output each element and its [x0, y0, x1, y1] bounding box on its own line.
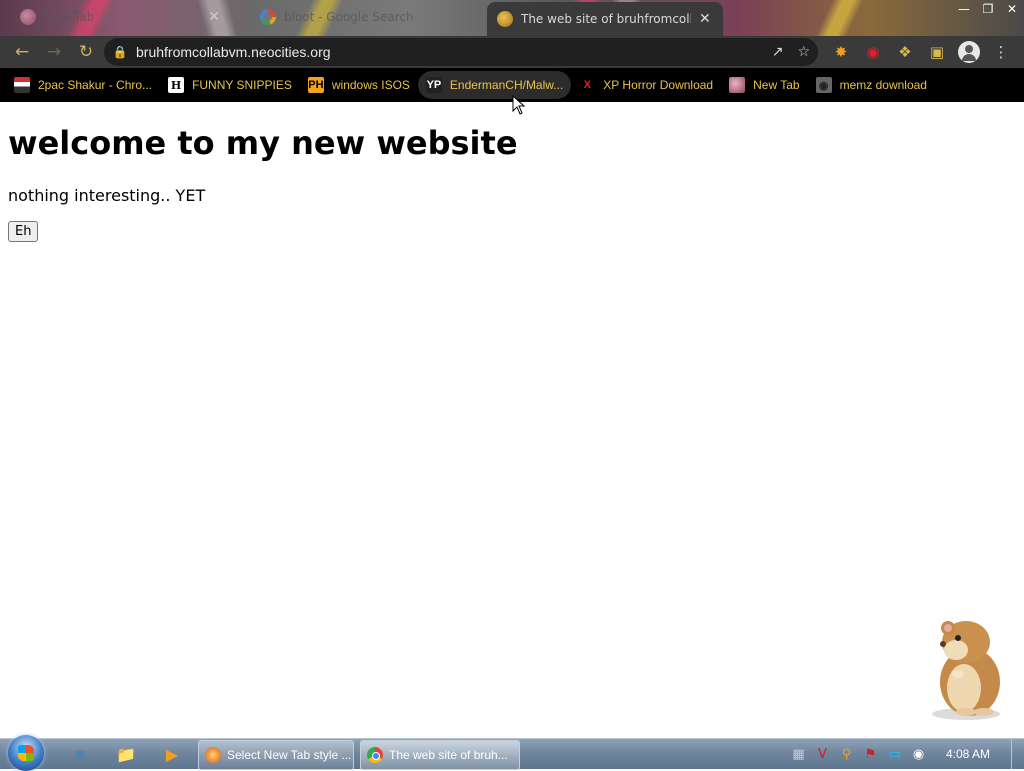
- close-tab-icon[interactable]: ✕: [208, 9, 220, 25]
- tab-strip: New Tab ✕ bloot - Google Search The web …: [0, 0, 1024, 36]
- page-heading: welcome to my new website: [8, 124, 518, 162]
- taskbar-item-label: The web site of bruh...: [389, 748, 508, 762]
- x-icon: X: [583, 79, 591, 91]
- 2pac-icon: [14, 77, 30, 93]
- close-window-icon[interactable]: ✕: [1000, 0, 1024, 18]
- windows-logo-icon: [18, 745, 34, 761]
- bookmark-label: 2pac Shakur - Chro...: [38, 78, 153, 92]
- bookmark-label: FUNNY SNIPPIES: [192, 78, 292, 92]
- mouse-cursor-icon: [512, 95, 526, 115]
- bookmark-label: windows ISOS: [331, 78, 410, 92]
- new-tab-favicon-icon: [20, 9, 36, 25]
- taskbar: ⚛ 📁 ▶ Select New Tab style ... The web s…: [0, 735, 1024, 771]
- tab-title: New Tab: [44, 10, 95, 24]
- bookmark-2pac[interactable]: 2pac Shakur - Chro...: [6, 71, 160, 99]
- side-panel-icon[interactable]: ▣: [926, 41, 948, 63]
- burst-extension-icon[interactable]: ✸: [830, 41, 852, 63]
- page-paragraph: nothing interesting.. YET: [8, 186, 206, 205]
- google-icon: [260, 9, 276, 25]
- flag-icon[interactable]: ⚑: [862, 746, 879, 763]
- bookmark-windows-isos[interactable]: PH windows ISOS: [300, 71, 418, 99]
- minimize-icon[interactable]: —: [952, 0, 976, 18]
- tab-active-site[interactable]: The web site of bruhfromcollabvm ✕: [487, 2, 723, 36]
- extensions-area: ✸ ◉ ❖ ▣ ⋮: [830, 36, 1012, 68]
- tab-google-search[interactable]: bloot - Google Search: [250, 0, 490, 34]
- bookmark-label: XP Horror Download: [603, 78, 714, 92]
- system-tray: ▦ V ⚲ ⚑ ▭ ◉: [790, 739, 927, 769]
- back-arrow-icon[interactable]: ←: [6, 36, 38, 68]
- taskbar-item-chrome[interactable]: The web site of bruh...: [360, 740, 520, 770]
- taskbar-item-label: Select New Tab style ...: [227, 748, 352, 762]
- file-explorer-icon[interactable]: 📁: [108, 741, 144, 767]
- bookmark-memz[interactable]: ◉ memz download: [808, 71, 935, 99]
- hamster-mascot-icon[interactable]: [918, 612, 1008, 722]
- record-extension-icon[interactable]: ◉: [862, 41, 884, 63]
- internet-explorer-icon[interactable]: ⚛: [62, 741, 98, 767]
- maximize-icon[interactable]: ❐: [976, 0, 1000, 18]
- new-tab-extension-icon: [205, 747, 221, 763]
- tab-title: bloot - Google Search: [284, 10, 414, 24]
- reload-icon[interactable]: ↻: [70, 36, 102, 68]
- bookmark-new-tab[interactable]: New Tab: [721, 71, 807, 99]
- url-text[interactable]: bruhfromcollabvm.neocities.org: [136, 44, 331, 60]
- address-bar[interactable]: 🔒 bruhfromcollabvm.neocities.org ↗ ☆: [104, 38, 818, 66]
- bookmark-funny-snippies[interactable]: H FUNNY SNIPPIES: [160, 71, 300, 99]
- lock-icon[interactable]: 🔒: [104, 45, 136, 59]
- taskbar-item-new-tab-style[interactable]: Select New Tab style ...: [198, 740, 354, 770]
- window-controls: — ❐ ✕: [952, 0, 1024, 18]
- eh-button[interactable]: Eh: [8, 221, 39, 242]
- bookmark-label: memz download: [839, 78, 927, 92]
- kebab-menu-icon[interactable]: ⋮: [990, 41, 1012, 63]
- browser-toolbar: ← → ↻ 🔒 bruhfromcollabvm.neocities.org ↗…: [0, 36, 1024, 68]
- puzzle-extensions-icon[interactable]: ❖: [894, 41, 916, 63]
- bookmark-label: New Tab: [753, 78, 800, 92]
- forward-arrow-icon[interactable]: →: [38, 36, 70, 68]
- tray-app-icon[interactable]: ▦: [790, 746, 807, 763]
- show-desktop-button[interactable]: [1011, 739, 1024, 769]
- v-icon[interactable]: V: [814, 746, 831, 763]
- chrome-icon: [367, 747, 383, 763]
- bookmark-label: EndermanCH/Malw...: [449, 78, 564, 92]
- new-tab-icon: [729, 77, 746, 93]
- volume-icon[interactable]: ◉: [910, 746, 927, 763]
- web-page-content: welcome to my new website nothing intere…: [0, 102, 1024, 738]
- media-player-icon[interactable]: ▶: [154, 741, 190, 767]
- tab-new-tab[interactable]: New Tab ✕: [10, 0, 230, 34]
- ph-icon: PH: [307, 77, 324, 93]
- close-tab-icon[interactable]: ✕: [699, 11, 711, 27]
- profile-avatar[interactable]: [958, 41, 980, 63]
- tab-title: The web site of bruhfromcollabvm: [521, 12, 691, 26]
- bookmark-star-icon[interactable]: ☆: [797, 44, 810, 60]
- taskbar-clock[interactable]: 4:08 AM: [946, 739, 990, 769]
- site-favicon-icon: [497, 11, 513, 27]
- h-icon: H: [168, 77, 185, 93]
- bookmark-xp-horror[interactable]: X XP Horror Download: [571, 71, 721, 99]
- start-button[interactable]: [8, 735, 44, 771]
- monitor-icon[interactable]: ▭: [886, 746, 903, 763]
- yp-icon: YP: [425, 77, 442, 93]
- globe-icon: ◉: [815, 77, 832, 93]
- share-icon[interactable]: ↗: [772, 44, 784, 60]
- search-tool-icon[interactable]: ⚲: [838, 746, 855, 763]
- bookmark-endermanch[interactable]: YP EndermanCH/Malw...: [417, 71, 572, 99]
